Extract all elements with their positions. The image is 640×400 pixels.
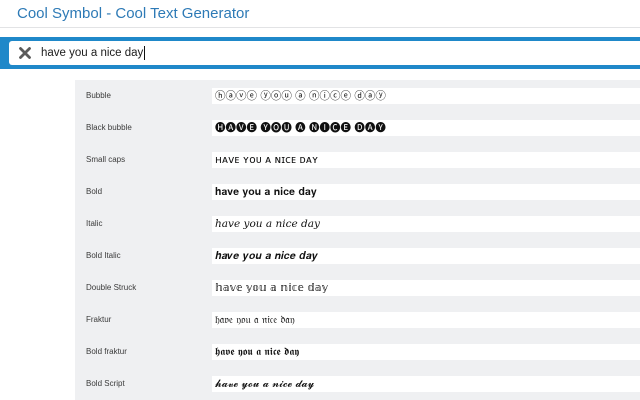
style-label-italic: Italic <box>86 219 103 228</box>
style-row-bold-script: Bold Script 𝓱𝓪𝓿𝓮 𝔂𝓸𝓾 𝓪 𝓷𝓲𝓬𝓮 𝓭𝓪𝔂 <box>75 368 640 400</box>
styled-text-fraktur[interactable]: 𝔥𝔞𝔳𝔢 𝔶𝔬𝔲 𝔞 𝔫𝔦𝔠𝔢 𝔡𝔞𝔶 <box>212 312 640 328</box>
style-row-black-bubble: Black bubble 🅗🅐🅥🅔 🅨🅞🅤 🅐 🅝🅘🅒🅔 🅓🅐🅨 <box>75 112 640 144</box>
text-caret <box>144 46 146 60</box>
style-label-black-bubble: Black bubble <box>86 123 132 132</box>
style-row-double-struck: Double Struck 𝕙𝕒𝕧𝕖 𝕪𝕠𝕦 𝕒 𝕟𝕚𝕔𝕖 𝕕𝕒𝕪 <box>75 272 640 304</box>
styled-text-double-struck[interactable]: 𝕙𝕒𝕧𝕖 𝕪𝕠𝕦 𝕒 𝕟𝕚𝕔𝕖 𝕕𝕒𝕪 <box>212 280 640 296</box>
styled-text-bold[interactable]: 𝐡𝐚𝐯𝐞 𝐲𝐨𝐮 𝐚 𝐧𝐢𝐜𝐞 𝐝𝐚𝐲 <box>212 184 640 200</box>
style-row-bold-italic: Bold Italic 𝒉𝒂𝒗𝒆 𝒚𝒐𝒖 𝒂 𝒏𝒊𝒄𝒆 𝒅𝒂𝒚 <box>75 240 640 272</box>
style-label-bold-script: Bold Script <box>86 379 125 388</box>
style-label-double-struck: Double Struck <box>86 283 137 292</box>
styled-text-bold-italic[interactable]: 𝒉𝒂𝒗𝒆 𝒚𝒐𝒖 𝒂 𝒏𝒊𝒄𝒆 𝒅𝒂𝒚 <box>212 248 640 264</box>
styled-text-small-caps[interactable]: ʜᴀᴠᴇ ʏᴏᴜ ᴀ ɴɪᴄᴇ ᴅᴀʏ <box>212 152 640 168</box>
page-header: Cool Symbol - Cool Text Generator <box>0 0 640 28</box>
style-label-bold-fraktur: Bold fraktur <box>86 347 127 356</box>
search-input-value: have you a nice day <box>41 47 144 59</box>
style-label-small-caps: Small caps <box>86 155 126 164</box>
style-label-bold-italic: Bold Italic <box>86 251 121 260</box>
search-input-line[interactable]: have you a nice day <box>41 41 146 65</box>
style-row-fraktur: Fraktur 𝔥𝔞𝔳𝔢 𝔶𝔬𝔲 𝔞 𝔫𝔦𝔠𝔢 𝔡𝔞𝔶 <box>75 304 640 336</box>
style-row-bubble: Bubble ⓗⓐⓥⓔ ⓨⓞⓤ ⓐ ⓝⓘⓒⓔ ⓓⓐⓨ <box>75 80 640 112</box>
styled-text-bubble[interactable]: ⓗⓐⓥⓔ ⓨⓞⓤ ⓐ ⓝⓘⓒⓔ ⓓⓐⓨ <box>212 88 640 104</box>
style-row-small-caps: Small caps ʜᴀᴠᴇ ʏᴏᴜ ᴀ ɴɪᴄᴇ ᴅᴀʏ <box>75 144 640 176</box>
close-icon[interactable] <box>18 46 32 60</box>
styled-text-bold-script[interactable]: 𝓱𝓪𝓿𝓮 𝔂𝓸𝓾 𝓪 𝓷𝓲𝓬𝓮 𝓭𝓪𝔂 <box>212 376 640 392</box>
styled-text-bold-fraktur[interactable]: 𝖍𝖆𝖛𝖊 𝖞𝖔𝖚 𝖆 𝖓𝖎𝖈𝖊 𝖉𝖆𝖞 <box>212 344 640 360</box>
search-input[interactable]: have you a nice day <box>9 41 640 65</box>
search-bar: have you a nice day <box>0 37 640 69</box>
style-row-bold: Bold 𝐡𝐚𝐯𝐞 𝐲𝐨𝐮 𝐚 𝐧𝐢𝐜𝐞 𝐝𝐚𝐲 <box>75 176 640 208</box>
style-label-fraktur: Fraktur <box>86 315 112 324</box>
style-label-bold: Bold <box>86 187 103 196</box>
styled-text-italic[interactable]: ℎ𝑎𝑣𝑒 𝑦𝑜𝑢 𝑎 𝑛𝑖𝑐𝑒 𝑑𝑎𝑦 <box>212 216 640 232</box>
page-title[interactable]: Cool Symbol - Cool Text Generator <box>17 5 249 22</box>
style-label-bubble: Bubble <box>86 91 111 100</box>
styled-text-black-bubble[interactable]: 🅗🅐🅥🅔 🅨🅞🅤 🅐 🅝🅘🅒🅔 🅓🅐🅨 <box>212 120 640 136</box>
style-row-italic: Italic ℎ𝑎𝑣𝑒 𝑦𝑜𝑢 𝑎 𝑛𝑖𝑐𝑒 𝑑𝑎𝑦 <box>75 208 640 240</box>
style-row-bold-fraktur: Bold fraktur 𝖍𝖆𝖛𝖊 𝖞𝖔𝖚 𝖆 𝖓𝖎𝖈𝖊 𝖉𝖆𝖞 <box>75 336 640 368</box>
style-table: Bubble ⓗⓐⓥⓔ ⓨⓞⓤ ⓐ ⓝⓘⓒⓔ ⓓⓐⓨ Black bubble … <box>75 80 640 400</box>
